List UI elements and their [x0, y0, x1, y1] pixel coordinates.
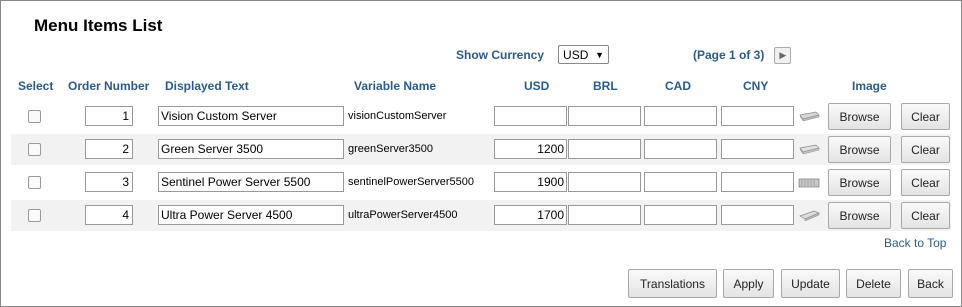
- order-number-input[interactable]: 3: [85, 172, 133, 192]
- server-thumbnail-icon: [799, 144, 820, 155]
- column-header-select: Select: [18, 79, 54, 93]
- variable-name: ultraPowerServer4500: [348, 209, 458, 221]
- variable-name: greenServer3500: [348, 143, 434, 155]
- order-number-input[interactable]: 2: [85, 139, 133, 159]
- back-button[interactable]: Back: [908, 269, 953, 298]
- translations-button[interactable]: Translations: [628, 269, 717, 298]
- column-header-order-number: Order Number: [68, 79, 150, 93]
- back-to-top-link[interactable]: Back to Top: [884, 236, 946, 250]
- arrow-right-icon: ▶: [779, 50, 787, 60]
- usd-price-input[interactable]: 1700: [494, 205, 567, 225]
- server-thumbnail-icon: [798, 178, 820, 188]
- displayed-text-input[interactable]: Sentinel Power Server 5500: [158, 172, 344, 192]
- table-row: 3 Sentinel Power Server 5500 sentinelPow…: [11, 167, 951, 198]
- browse-button[interactable]: Browse: [828, 202, 891, 229]
- displayed-text-input[interactable]: Green Server 3500: [158, 139, 344, 159]
- row-select-checkbox[interactable]: [28, 110, 41, 123]
- cad-price-input[interactable]: [644, 106, 717, 126]
- server-thumbnail-icon: [799, 111, 820, 122]
- clear-button[interactable]: Clear: [901, 103, 950, 130]
- pagination: (Page 1 of 3) ▶: [693, 45, 792, 64]
- cad-price-input[interactable]: [644, 139, 717, 159]
- cny-price-input[interactable]: [721, 106, 794, 126]
- cny-price-input[interactable]: [721, 205, 794, 225]
- variable-name: sentinelPowerServer5500: [348, 176, 474, 188]
- cny-price-input[interactable]: [721, 139, 794, 159]
- displayed-text-input[interactable]: Vision Custom Server: [158, 106, 344, 126]
- order-number-input[interactable]: 4: [85, 205, 133, 225]
- server-thumbnail-icon: [799, 210, 820, 221]
- clear-button[interactable]: Clear: [901, 169, 950, 196]
- table-row: 2 Green Server 3500 greenServer3500 1200…: [11, 134, 951, 165]
- table-row: 1 Vision Custom Server visionCustomServe…: [11, 101, 951, 132]
- next-page-button[interactable]: ▶: [774, 47, 792, 64]
- page-indicator: (Page 1 of 3): [693, 47, 765, 62]
- browse-button[interactable]: Browse: [828, 136, 891, 163]
- column-header-displayed-text: Displayed Text: [165, 79, 249, 93]
- column-header-cad: CAD: [665, 79, 691, 93]
- page-title: Menu Items List: [34, 16, 163, 35]
- brl-price-input[interactable]: [568, 106, 641, 126]
- row-select-checkbox[interactable]: [28, 176, 41, 189]
- menu-items-panel: Menu Items List Show Currency USD ▼ (Pag…: [0, 0, 962, 307]
- row-select-checkbox[interactable]: [28, 209, 41, 222]
- currency-select[interactable]: USD ▼: [558, 45, 610, 64]
- usd-price-input[interactable]: 1900: [494, 172, 567, 192]
- apply-button[interactable]: Apply: [723, 269, 774, 298]
- variable-name: visionCustomServer: [348, 110, 447, 122]
- brl-price-input[interactable]: [568, 205, 641, 225]
- browse-button[interactable]: Browse: [828, 169, 891, 196]
- column-header-usd: USD: [524, 79, 550, 93]
- chevron-down-icon: ▼: [595, 49, 605, 60]
- cad-price-input[interactable]: [644, 172, 717, 192]
- row-select-checkbox[interactable]: [28, 143, 41, 156]
- cny-price-input[interactable]: [721, 172, 794, 192]
- column-header-variable-name: Variable Name: [354, 79, 437, 93]
- column-header-brl: BRL: [593, 79, 618, 93]
- column-header-cny: CNY: [743, 79, 769, 93]
- table-row: 4 Ultra Power Server 4500 ultraPowerServ…: [11, 200, 951, 231]
- currency-label: Show Currency: [456, 47, 545, 62]
- brl-price-input[interactable]: [568, 172, 641, 192]
- currency-selected-value: USD: [563, 47, 589, 62]
- usd-price-input[interactable]: 1200: [494, 139, 567, 159]
- usd-price-input[interactable]: [494, 106, 567, 126]
- clear-button[interactable]: Clear: [901, 136, 950, 163]
- currency-selector-group: Show Currency USD ▼: [456, 45, 610, 64]
- brl-price-input[interactable]: [568, 139, 641, 159]
- cad-price-input[interactable]: [644, 205, 717, 225]
- displayed-text-input[interactable]: Ultra Power Server 4500: [158, 205, 344, 225]
- order-number-input[interactable]: 1: [85, 106, 133, 126]
- browse-button[interactable]: Browse: [828, 103, 891, 130]
- delete-button[interactable]: Delete: [846, 269, 901, 298]
- update-button[interactable]: Update: [781, 269, 840, 298]
- clear-button[interactable]: Clear: [901, 202, 950, 229]
- column-header-image: Image: [852, 79, 887, 93]
